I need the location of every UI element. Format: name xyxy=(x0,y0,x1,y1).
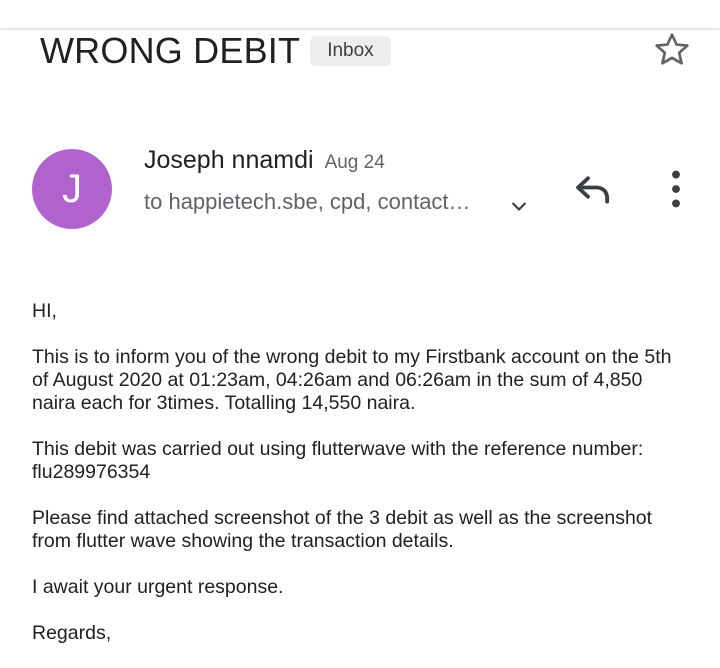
body-greeting: HI, xyxy=(32,300,57,322)
star-icon[interactable] xyxy=(651,30,693,70)
more-vert-icon[interactable] xyxy=(660,168,692,210)
app-top-bar xyxy=(0,0,720,28)
subject-row: WRONG DEBIT Inbox xyxy=(40,30,391,72)
chevron-down-icon[interactable] xyxy=(508,197,530,217)
sender-row: Joseph nnamdi Aug 24 xyxy=(144,146,385,175)
inbox-label-chip[interactable]: Inbox xyxy=(310,36,391,66)
body-signoff: Regards, xyxy=(32,622,112,644)
sender-name[interactable]: Joseph nnamdi xyxy=(144,146,314,175)
email-date: Aug 24 xyxy=(324,152,385,173)
body-paragraph: Please find attached screenshot of the 3… xyxy=(32,507,653,552)
reply-icon[interactable] xyxy=(572,170,614,210)
body-paragraph: I await your urgent response. xyxy=(32,576,284,598)
body-paragraph: This debit was carried out using flutter… xyxy=(32,438,644,483)
avatar-initial: J xyxy=(62,166,82,211)
recipients-line[interactable]: to happietech.sbe, cpd, contact… xyxy=(144,189,471,215)
email-subject: WRONG DEBIT xyxy=(40,30,301,71)
email-body: HI, This is to inform you of the wrong d… xyxy=(32,300,702,668)
sender-avatar[interactable]: J xyxy=(32,149,112,229)
body-paragraph: This is to inform you of the wrong debit… xyxy=(32,346,672,414)
